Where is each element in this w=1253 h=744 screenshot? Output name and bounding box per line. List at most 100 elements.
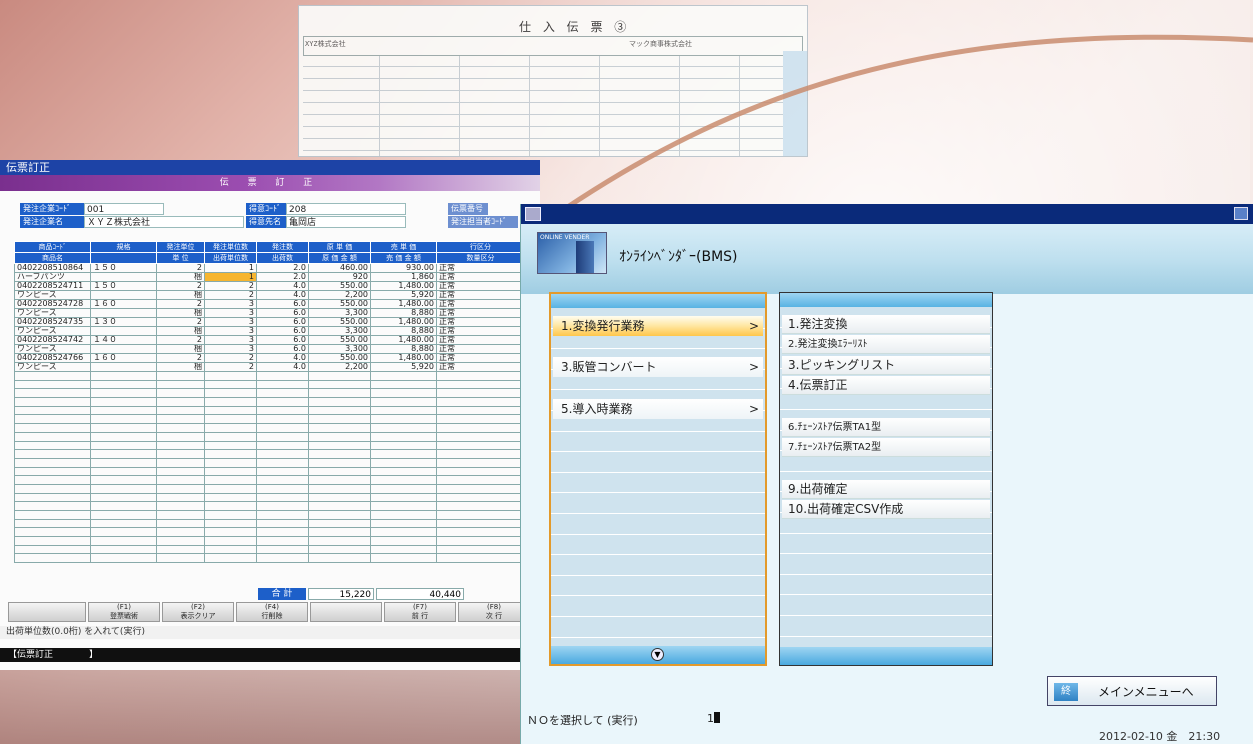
table-cell[interactable]: 正常 <box>436 281 525 291</box>
table-cell[interactable] <box>90 440 157 451</box>
table-cell[interactable]: 1,860 <box>370 272 437 282</box>
table-row[interactable] <box>14 483 525 494</box>
table-cell[interactable] <box>156 483 205 494</box>
table-cell[interactable]: 2 <box>156 299 205 309</box>
table-cell[interactable] <box>370 388 437 399</box>
table-cell[interactable] <box>256 518 309 529</box>
table-row[interactable]: 0402208524711 １５０ 2 2 4.0 550.00 1,480.00 正常 <box>14 281 525 291</box>
table-cell[interactable] <box>308 405 371 416</box>
table-cell[interactable]: 梱 <box>156 290 205 300</box>
fkey-f2-button[interactable]: (F2) 表示クリア <box>162 602 234 622</box>
table-row[interactable] <box>14 440 525 451</box>
table-cell[interactable] <box>90 388 157 399</box>
table-cell[interactable] <box>14 371 91 381</box>
table-cell[interactable] <box>370 431 437 442</box>
table-cell[interactable] <box>14 527 91 538</box>
table-row[interactable] <box>14 414 525 425</box>
table-cell[interactable] <box>156 388 205 399</box>
table-cell[interactable] <box>370 510 437 520</box>
table-cell[interactable] <box>14 405 91 416</box>
table-cell[interactable] <box>204 475 257 485</box>
table-cell[interactable] <box>204 518 257 529</box>
table-cell[interactable] <box>204 553 257 564</box>
table-cell[interactable] <box>14 544 91 555</box>
table-cell[interactable] <box>14 492 91 503</box>
table-cell[interactable]: 0402208524711 <box>14 281 91 291</box>
table-cell[interactable] <box>308 536 371 546</box>
table-cell[interactable]: 正常 <box>436 272 525 282</box>
table-cell[interactable]: 8,880 <box>370 344 437 354</box>
table-cell[interactable]: １５０ <box>90 281 157 291</box>
table-cell[interactable] <box>436 510 525 520</box>
table-cell[interactable] <box>204 501 257 511</box>
table-cell[interactable] <box>14 414 91 425</box>
table-cell[interactable]: １６０ <box>90 353 157 363</box>
table-cell[interactable] <box>370 397 437 407</box>
table-cell[interactable] <box>204 371 257 381</box>
table-cell[interactable] <box>90 510 157 520</box>
table-row[interactable] <box>14 397 525 407</box>
table-cell[interactable] <box>436 379 525 390</box>
table-cell[interactable] <box>370 405 437 416</box>
table-cell[interactable] <box>370 527 437 538</box>
table-cell[interactable] <box>308 388 371 399</box>
table-cell[interactable] <box>370 553 437 564</box>
table-cell[interactable] <box>308 414 371 425</box>
table-cell[interactable]: 梱 <box>156 362 205 372</box>
table-cell[interactable]: 920 <box>308 272 371 282</box>
table-cell[interactable]: 550.00 <box>308 317 371 327</box>
table-cell[interactable] <box>308 397 371 407</box>
table-cell[interactable]: 3 <box>204 308 257 318</box>
table-cell[interactable] <box>90 518 157 529</box>
table-cell[interactable] <box>204 423 257 433</box>
table-cell[interactable] <box>156 536 205 546</box>
table-row[interactable]: 0402208524735 １３０ 2 3 6.0 550.00 1,480.00 正常 <box>14 317 525 327</box>
table-cell[interactable]: 930.00 <box>370 263 437 273</box>
table-cell[interactable]: 6.0 <box>256 344 309 354</box>
table-cell[interactable] <box>256 527 309 538</box>
table-cell[interactable] <box>436 440 525 451</box>
table-cell[interactable] <box>308 449 371 459</box>
table-cell[interactable] <box>256 414 309 425</box>
table-cell[interactable]: 1,480.00 <box>370 299 437 309</box>
table-cell[interactable]: 1 <box>204 263 257 273</box>
table-cell[interactable] <box>14 536 91 546</box>
table-cell[interactable]: 正常 <box>436 344 525 354</box>
table-cell[interactable] <box>14 501 91 511</box>
table-row[interactable] <box>14 501 525 511</box>
table-cell[interactable] <box>308 423 371 433</box>
table-cell[interactable] <box>256 371 309 381</box>
table-cell[interactable] <box>156 510 205 520</box>
fkey-blank-2[interactable] <box>310 602 382 622</box>
table-cell[interactable]: 2 <box>204 362 257 372</box>
table-cell[interactable] <box>204 440 257 451</box>
table-cell[interactable] <box>370 466 437 477</box>
table-cell[interactable] <box>256 388 309 399</box>
table-cell[interactable]: 2 <box>156 263 205 273</box>
table-cell[interactable] <box>204 457 257 468</box>
table-row[interactable] <box>14 475 525 485</box>
table-cell[interactable] <box>308 544 371 555</box>
table-cell[interactable] <box>156 440 205 451</box>
table-cell[interactable]: 3 <box>204 299 257 309</box>
table-cell[interactable] <box>156 501 205 511</box>
table-cell[interactable] <box>204 536 257 546</box>
table-cell[interactable] <box>370 536 437 546</box>
table-cell[interactable] <box>156 405 205 416</box>
table-cell[interactable] <box>204 379 257 390</box>
table-cell[interactable]: １５０ <box>90 263 157 273</box>
table-cell[interactable] <box>90 492 157 503</box>
table-cell[interactable] <box>370 449 437 459</box>
table-cell[interactable] <box>370 475 437 485</box>
table-cell[interactable] <box>156 414 205 425</box>
table-cell[interactable] <box>370 423 437 433</box>
table-cell[interactable]: 2.0 <box>256 272 309 282</box>
table-cell[interactable] <box>156 527 205 538</box>
table-cell[interactable]: 2.0 <box>256 263 309 273</box>
table-cell[interactable] <box>256 431 309 442</box>
table-cell[interactable]: １３０ <box>90 317 157 327</box>
table-cell[interactable]: ワンピース <box>14 326 91 336</box>
table-cell[interactable] <box>90 449 157 459</box>
table-cell[interactable] <box>204 527 257 538</box>
table-cell[interactable] <box>90 272 157 282</box>
